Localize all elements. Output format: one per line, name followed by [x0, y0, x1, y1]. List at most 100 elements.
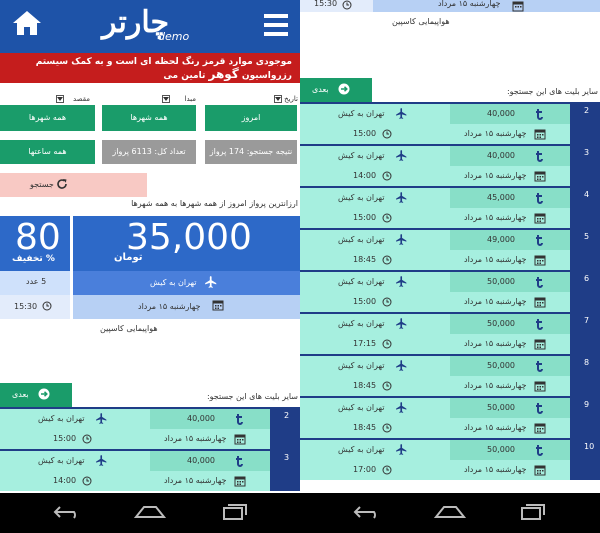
flight-date: چهارشنبه ۱۵ مرداد: [464, 213, 527, 222]
flight-time: 15:00: [353, 129, 377, 138]
toman-icon: [535, 444, 545, 456]
clock-icon: [382, 339, 392, 349]
discount-label: % تخفیف: [12, 254, 55, 264]
flight-price: 40,000: [187, 414, 215, 423]
toman-icon: [535, 108, 545, 120]
flight-route: تهران به کیش: [338, 403, 385, 412]
flight-row[interactable]: تهران به کیش 50,000 18:45 چهارشنبه ۱۵ مرداد…: [300, 398, 600, 438]
calendar-icon: [512, 0, 524, 12]
clock-icon: [382, 255, 392, 265]
airplane-icon: [395, 107, 408, 120]
airplane-icon: [395, 443, 408, 456]
flight-route: تهران به کیش: [338, 151, 385, 160]
back-arrow-icon[interactable]: [352, 504, 382, 520]
recent-apps-icon[interactable]: [222, 503, 248, 521]
calendar-icon: [234, 433, 246, 445]
clock-icon: [42, 301, 52, 311]
calendar-icon: [534, 380, 546, 392]
flight-index: 9: [570, 398, 600, 438]
refresh-icon: [56, 178, 68, 190]
calendar-icon: [212, 299, 224, 311]
origin-all-cities-button[interactable]: همه شهرها: [102, 105, 196, 131]
cheapest-time: 15:30: [14, 302, 38, 311]
flight-price: 50,000: [487, 277, 515, 286]
clock-icon: [382, 465, 392, 475]
flight-row[interactable]: تهران به کیش 45,000 15:00 چهارشنبه ۱۵ مرداد…: [300, 188, 600, 228]
availability-banner: موجودی موارد قرمز رنگ لحظه ای است و به ک…: [0, 53, 300, 83]
flight-index: 3: [270, 451, 300, 491]
arrow-right-circle-icon: [338, 83, 350, 95]
calendar-icon: [534, 170, 546, 182]
flight-route: تهران به کیش: [38, 456, 85, 465]
dest-all-cities-button[interactable]: همه شهرها: [0, 105, 95, 131]
flight-row[interactable]: تهران به کیش 50,000 18:45 چهارشنبه ۱۵ مرداد…: [300, 356, 600, 396]
home-icon[interactable]: [12, 10, 42, 36]
top-airline: هواپیمایی کاسپین: [392, 17, 450, 26]
dest-dropdown-icon[interactable]: [56, 95, 64, 103]
all-times-button[interactable]: همه ساعتها: [0, 140, 95, 164]
flight-index: 8: [570, 356, 600, 396]
recent-apps-icon[interactable]: [520, 503, 546, 521]
flight-route: تهران به کیش: [338, 361, 385, 370]
origin-dropdown-icon[interactable]: [162, 95, 170, 103]
flight-price: 50,000: [487, 361, 515, 370]
flight-index: 2: [270, 409, 300, 449]
left-screen: چارتر demo موجودی موارد قرمز رنگ لحظه ای…: [0, 0, 300, 493]
total-flight-count: تعداد کل: 6113 پرواز: [102, 140, 196, 164]
more-title: سایر بلیت های این جستجو:: [206, 392, 298, 401]
flight-row[interactable]: تهران به کیش 50,000 17:00 چهارشنبه ۱۵ مرداد…: [300, 440, 600, 480]
flight-date: چهارشنبه ۱۵ مرداد: [464, 423, 527, 432]
flight-price: 45,000: [487, 193, 515, 202]
flight-date: چهارشنبه ۱۵ مرداد: [164, 434, 227, 443]
flight-row[interactable]: تهران به کیش 40,000 15:00 چهارشنبه ۱۵ مرداد…: [300, 104, 600, 144]
date-label: تاریخ: [284, 95, 298, 103]
flight-time: 18:45: [353, 381, 377, 390]
calendar-icon: [534, 338, 546, 350]
flight-row[interactable]: تهران به کیش 49,000 18:45 چهارشنبه ۱۵ مرداد…: [300, 230, 600, 270]
flight-route: تهران به کیش: [338, 445, 385, 454]
flight-date: چهارشنبه ۱۵ مرداد: [464, 465, 527, 474]
clock-icon: [382, 423, 392, 433]
airplane-icon: [395, 149, 408, 162]
top-date: چهارشنبه ۱۵ مرداد: [438, 0, 501, 8]
hamburger-menu-icon[interactable]: [264, 14, 288, 36]
flight-price: 50,000: [487, 319, 515, 328]
search-button[interactable]: جستجو: [0, 173, 147, 197]
flight-time: 18:45: [353, 255, 377, 264]
system-nav-bar: [0, 493, 600, 533]
nav-home-icon[interactable]: [434, 505, 466, 519]
flight-row[interactable]: تهران به کیش 40,000 14:00 چهارشنبه ۱۵ مرداد…: [0, 451, 300, 491]
clock-icon: [382, 213, 392, 223]
flight-row[interactable]: تهران به کیش 50,000 15:00 چهارشنبه ۱۵ مرداد…: [300, 272, 600, 312]
airplane-icon: [395, 191, 408, 204]
top-time: 15:30: [314, 0, 338, 8]
seat-count: 5 عدد: [26, 277, 47, 286]
toman-icon: [535, 276, 545, 288]
back-arrow-icon[interactable]: [52, 504, 82, 520]
flight-time: 17:15: [353, 339, 377, 348]
clock-icon: [82, 434, 92, 444]
banner-brand: گوهر: [208, 67, 239, 81]
toman-icon: [235, 455, 245, 467]
clock-icon: [382, 381, 392, 391]
next-page-button[interactable]: بعدی: [0, 383, 72, 407]
date-dropdown-icon[interactable]: [274, 95, 282, 103]
arrow-right-circle-icon: [38, 388, 50, 400]
nav-home-icon[interactable]: [134, 505, 166, 519]
airplane-icon: [95, 454, 108, 467]
flight-time: 14:00: [53, 476, 77, 485]
date-today-button[interactable]: امروز: [205, 105, 297, 131]
flight-row[interactable]: تهران به کیش 40,000 14:00 چهارشنبه ۱۵ مرداد…: [300, 146, 600, 186]
flight-time: 18:45: [353, 423, 377, 432]
cheapest-price: 35,000: [126, 217, 252, 258]
clock-icon: [382, 129, 392, 139]
flight-row[interactable]: تهران به کیش 40,000 15:00 چهارشنبه ۱۵ مرداد…: [0, 409, 300, 449]
flight-route: تهران به کیش: [38, 414, 85, 423]
cheapest-airline: هواپیمایی کاسپین: [100, 324, 158, 333]
flight-row[interactable]: تهران به کیش 50,000 17:15 چهارشنبه ۱۵ مرداد…: [300, 314, 600, 354]
cheapest-caption: ارزانترین پرواز امروز از همه شهرها به هم…: [131, 199, 298, 208]
flight-index: 6: [570, 272, 600, 312]
next-page-button[interactable]: بعدی: [300, 78, 372, 102]
calendar-icon: [534, 422, 546, 434]
calendar-icon: [234, 475, 246, 487]
